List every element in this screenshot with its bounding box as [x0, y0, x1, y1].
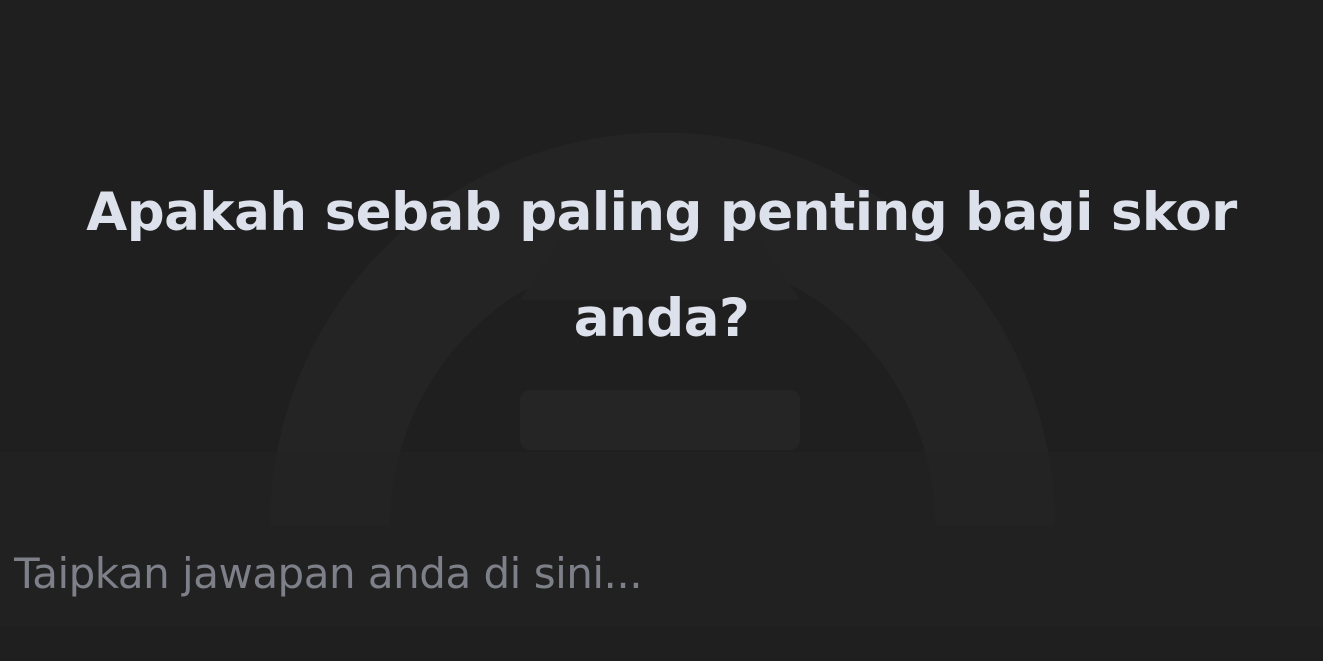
question-text: Apakah sebab paling penting bagi skor an… — [86, 182, 1237, 349]
question-screen: Apakah sebab paling penting bagi skor an… — [0, 0, 1323, 661]
answer-input[interactable] — [0, 525, 1323, 621]
